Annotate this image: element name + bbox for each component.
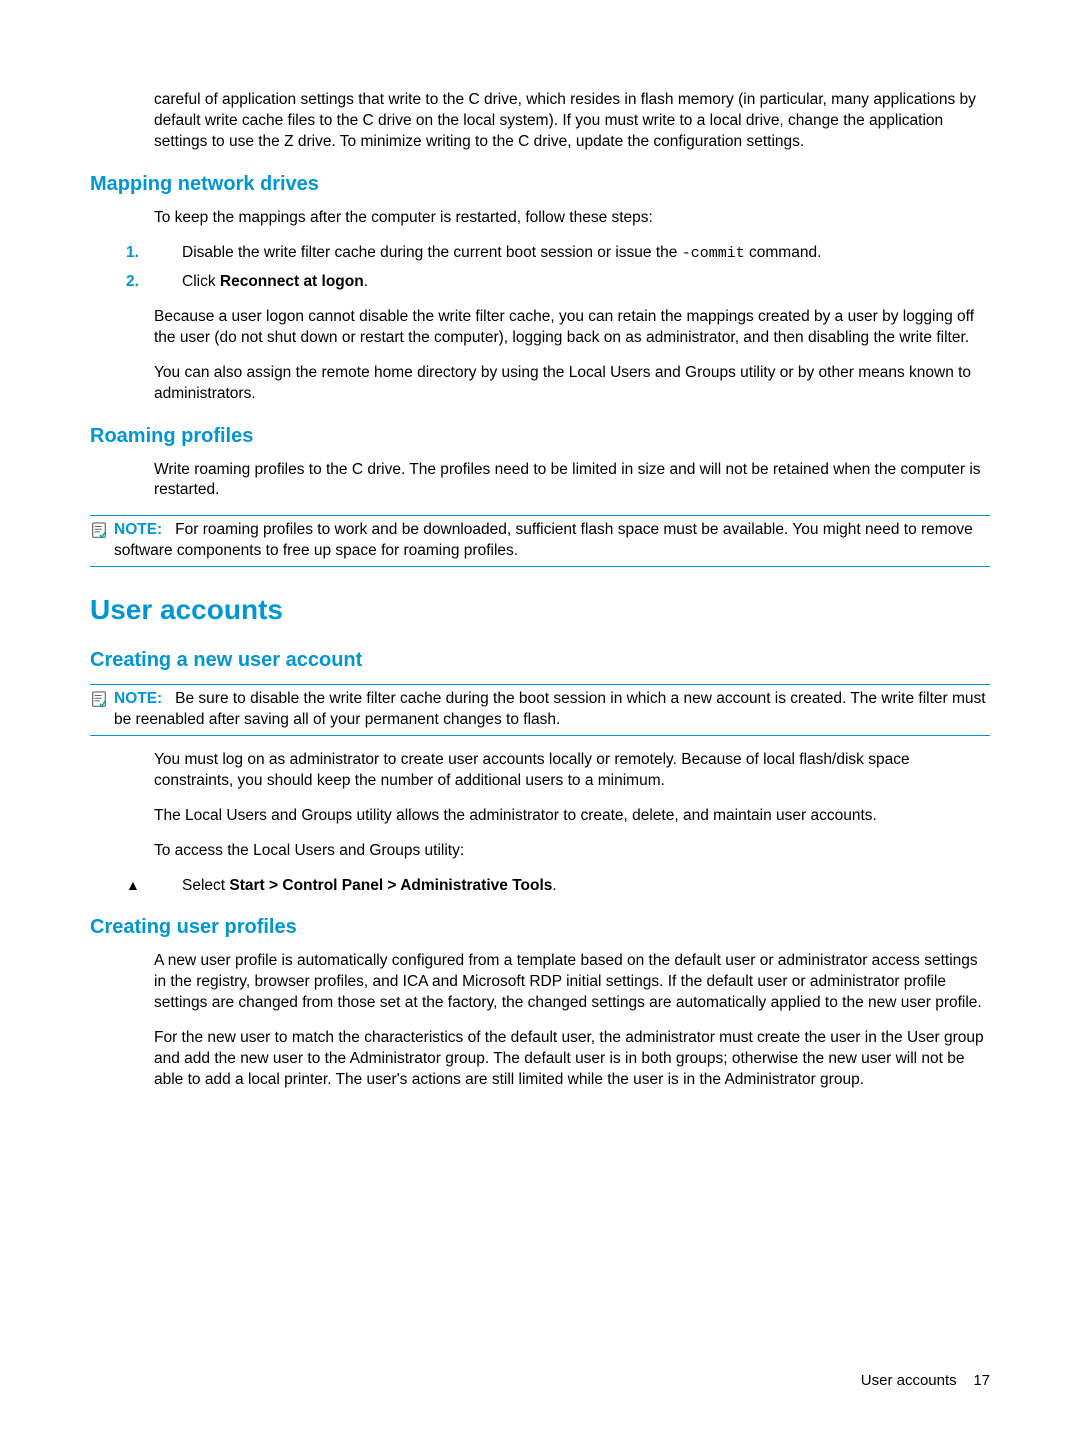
heading-mapping-network-drives: Mapping network drives (90, 171, 990, 198)
step-number-2: 2. (154, 272, 182, 293)
mapping-intro: To keep the mappings after the computer … (154, 208, 990, 229)
commit-code: -commit (682, 245, 745, 262)
step1-text-post: command. (745, 244, 822, 261)
roaming-note-text-wrap: NOTE: For roaming profiles to work and b… (114, 520, 990, 562)
mapping-section: To keep the mappings after the computer … (154, 208, 990, 405)
mapping-step-2: 2.Click Reconnect at logon. (154, 272, 990, 293)
create-account-section: You must log on as administrator to crea… (154, 750, 990, 897)
step2-text-pre: Click (182, 273, 220, 290)
intro-paragraph: careful of application settings that wri… (154, 90, 990, 153)
create-account-note-text: Be sure to disable the write filter cach… (114, 690, 986, 728)
roaming-section: Write roaming profiles to the C drive. T… (154, 460, 990, 502)
mapping-steps: 1.Disable the write filter cache during … (154, 243, 990, 293)
reconnect-at-logon-label: Reconnect at logon (220, 273, 364, 290)
menu-path-label: Start > Control Panel > Administrative T… (229, 877, 552, 894)
mapping-step-1: 1.Disable the write filter cache during … (154, 243, 990, 264)
note-icon (90, 522, 108, 540)
heading-roaming-profiles: Roaming profiles (90, 423, 990, 450)
creating-profiles-para-1: A new user profile is automatically conf… (154, 951, 990, 1014)
mapping-para-2: Because a user logon cannot disable the … (154, 307, 990, 349)
create-account-note-box: NOTE: Be sure to disable the write filte… (90, 684, 990, 736)
access-steps: ▲Select Start > Control Panel > Administ… (154, 876, 990, 897)
create-account-note-text-wrap: NOTE: Be sure to disable the write filte… (114, 689, 990, 731)
roaming-note-text: For roaming profiles to work and be down… (114, 521, 973, 559)
triangle-bullet-icon: ▲ (154, 876, 182, 895)
document-page: careful of application settings that wri… (0, 0, 1080, 1437)
create-account-para-2: The Local Users and Groups utility allow… (154, 806, 990, 827)
page-footer: User accounts 17 (861, 1371, 990, 1391)
note-icon (90, 691, 108, 709)
footer-page-number: 17 (973, 1372, 990, 1389)
roaming-para-1: Write roaming profiles to the C drive. T… (154, 460, 990, 502)
create-account-para-3: To access the Local Users and Groups uti… (154, 841, 990, 862)
access-step-post: . (552, 877, 556, 894)
note-label: NOTE: (114, 690, 162, 707)
intro-paragraph-block: careful of application settings that wri… (154, 90, 990, 153)
roaming-note-box: NOTE: For roaming profiles to work and b… (90, 515, 990, 567)
note-label: NOTE: (114, 521, 162, 538)
heading-user-accounts: User accounts (90, 591, 990, 629)
step2-text-post: . (364, 273, 368, 290)
step1-text-pre: Disable the write filter cache during th… (182, 244, 682, 261)
creating-profiles-para-2: For the new user to match the characteri… (154, 1028, 990, 1091)
access-step-pre: Select (182, 877, 229, 894)
mapping-para-3: You can also assign the remote home dire… (154, 363, 990, 405)
heading-creating-user-profiles: Creating user profiles (90, 914, 990, 941)
step-number-1: 1. (154, 243, 182, 264)
heading-creating-new-account: Creating a new user account (90, 647, 990, 674)
access-step-1: ▲Select Start > Control Panel > Administ… (154, 876, 990, 897)
create-account-para-1: You must log on as administrator to crea… (154, 750, 990, 792)
footer-section: User accounts (861, 1372, 957, 1389)
creating-profiles-section: A new user profile is automatically conf… (154, 951, 990, 1091)
